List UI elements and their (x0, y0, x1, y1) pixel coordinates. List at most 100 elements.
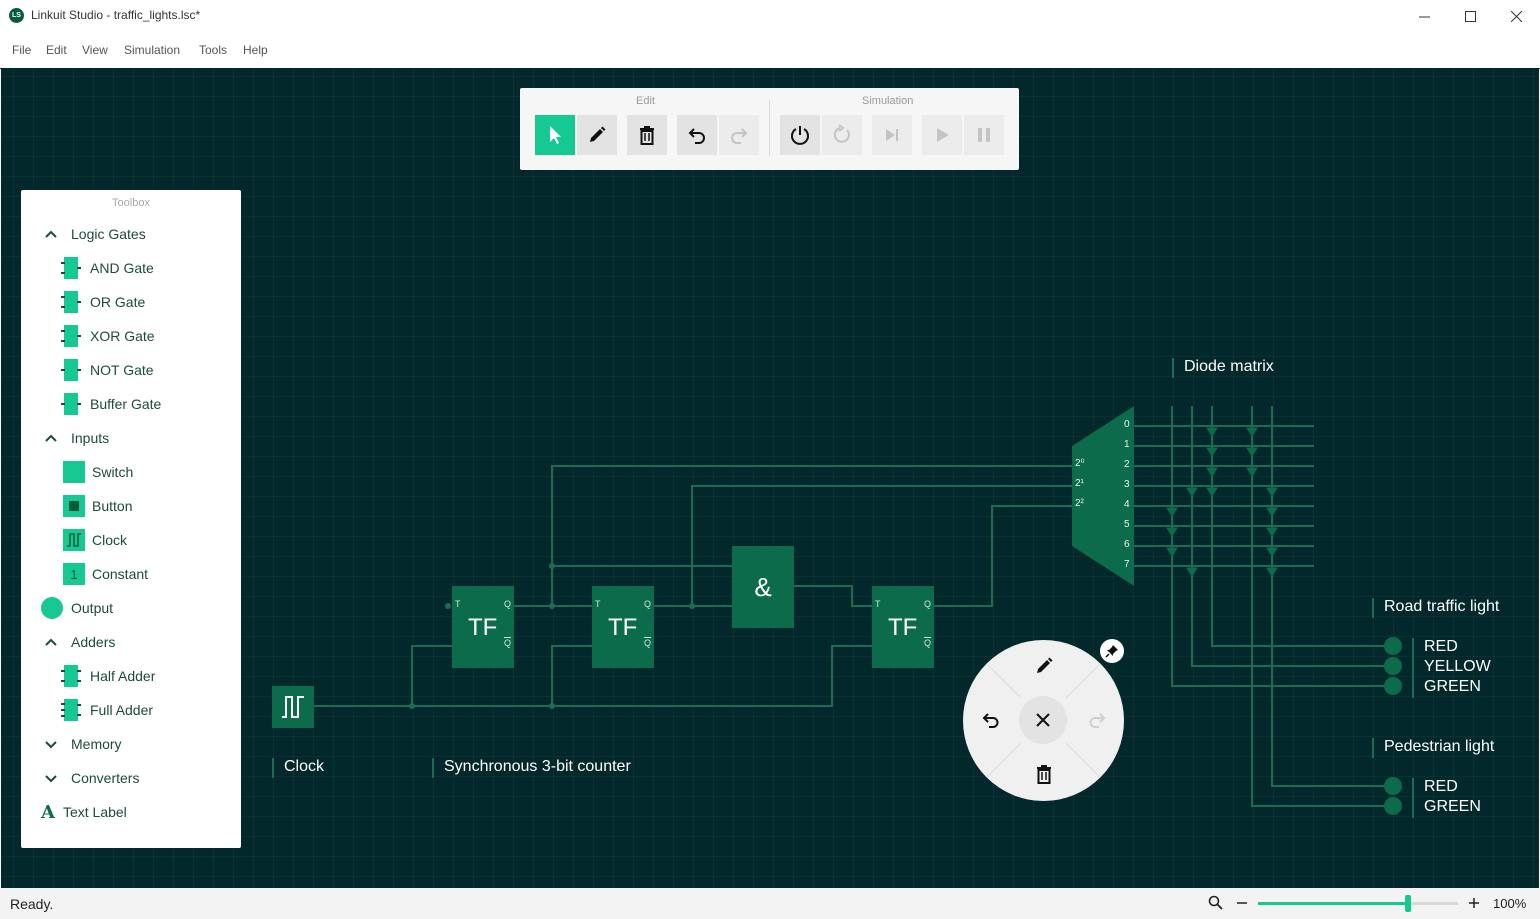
status-bar: Ready. 100% (0, 888, 1540, 919)
road-light-text-label[interactable]: Road traffic light (1384, 598, 1499, 616)
undo-button[interactable] (677, 115, 717, 155)
category-converters[interactable]: Converters (45, 766, 139, 790)
main-toolbar: Edit Simulation (520, 88, 1019, 170)
zoom-in-icon[interactable] (1468, 897, 1480, 909)
category-memory[interactable]: Memory (45, 732, 122, 756)
toolbox-item-and-gate[interactable]: AND Gate (61, 256, 154, 280)
t-flipflop-3[interactable]: T Q TF Q (872, 586, 934, 668)
diode-matrix-text-label[interactable]: Diode matrix (1184, 358, 1274, 376)
radial-edit-button[interactable] (1031, 653, 1057, 679)
zoom-search-icon[interactable] (1208, 895, 1224, 911)
label-bar (1372, 738, 1374, 758)
toolbox-item-full-adder[interactable]: Full Adder (61, 698, 153, 722)
category-logic-gates[interactable]: Logic Gates (45, 222, 146, 246)
label-bar (432, 758, 434, 778)
radial-pin-button[interactable] (1100, 639, 1124, 663)
reset-button[interactable] (822, 115, 862, 155)
pedestrian-green-led[interactable] (1384, 797, 1402, 815)
menu-tools[interactable]: Tools (199, 43, 227, 57)
run-button[interactable] (922, 115, 962, 155)
flipflop-q-pin: Q (643, 599, 651, 609)
menu-edit[interactable]: Edit (46, 43, 67, 57)
decoder-output-0: 0 (1124, 419, 1130, 430)
radial-undo-button[interactable] (978, 707, 1004, 733)
pedestrian-light-text-label[interactable]: Pedestrian light (1384, 738, 1494, 756)
road-red-label: RED (1424, 638, 1458, 655)
label-bar (1412, 638, 1414, 698)
toolbox-item-output[interactable]: Output (41, 596, 113, 620)
pause-button[interactable] (964, 115, 1004, 155)
menu-view[interactable]: View (82, 43, 108, 57)
minimize-button[interactable] (1401, 0, 1447, 32)
menu-help[interactable]: Help (243, 43, 268, 57)
toolbox-item-buffer-gate[interactable]: Buffer Gate (61, 392, 161, 416)
redo-button[interactable] (719, 115, 759, 155)
flipflop-qbar-pin: Q (643, 638, 651, 648)
flipflop-label: TF (888, 614, 918, 641)
toolbox-item-text-label[interactable]: A Text Label (41, 800, 127, 824)
clock-text-label[interactable]: Clock (284, 758, 324, 776)
toolbox-item-button[interactable]: Button (63, 494, 132, 518)
road-yellow-led[interactable] (1384, 657, 1402, 675)
flipflop-t-pin: T (595, 599, 601, 609)
toolbox-item-switch[interactable]: Switch (63, 460, 133, 484)
xor-gate-icon (61, 325, 81, 347)
select-tool-button[interactable] (535, 115, 575, 155)
toolbox-item-or-gate[interactable]: OR Gate (61, 290, 145, 314)
decoder-output-4: 4 (1124, 499, 1130, 510)
redo-icon (731, 128, 748, 144)
pedestrian-red-led[interactable] (1384, 777, 1402, 795)
radial-delete-button[interactable] (1031, 761, 1057, 787)
radial-redo-button[interactable] (1084, 707, 1110, 733)
category-inputs[interactable]: Inputs (45, 426, 109, 450)
zoom-slider-handle[interactable] (1405, 895, 1411, 912)
flipflop-qbar-pin: Q (923, 638, 931, 648)
status-text: Ready. (10, 896, 54, 912)
toolbox-item-not-gate[interactable]: NOT Gate (61, 358, 154, 382)
clock-wave-icon (282, 696, 304, 718)
wire-tool-button[interactable] (577, 115, 617, 155)
buffer-gate-icon (61, 393, 81, 415)
maximize-button[interactable] (1447, 0, 1493, 32)
toolbox-item-constant[interactable]: 1 Constant (63, 562, 148, 586)
menu-file[interactable]: File (12, 43, 31, 57)
menu-simulation[interactable]: Simulation (124, 43, 180, 57)
toolbox-item-clock[interactable]: Clock (63, 528, 127, 552)
power-button[interactable] (780, 115, 820, 155)
and-gate-component[interactable]: & (732, 546, 794, 628)
category-adders[interactable]: Adders (45, 630, 115, 654)
close-window-button[interactable] (1493, 0, 1539, 32)
radial-close-button[interactable] (1019, 696, 1067, 744)
flipflop-t-pin: T (455, 599, 461, 609)
road-green-led[interactable] (1384, 677, 1402, 695)
chevron-up-icon (45, 230, 57, 238)
zoom-out-icon[interactable] (1236, 897, 1248, 909)
step-icon (886, 129, 898, 141)
toolbox-item-xor-gate[interactable]: XOR Gate (61, 324, 155, 348)
toolbox-item-half-adder[interactable]: Half Adder (61, 664, 155, 688)
toolbar-separator (769, 100, 770, 156)
clock-component[interactable] (272, 686, 314, 728)
button-icon (63, 495, 85, 517)
cursor-arrow-icon (550, 126, 561, 144)
zoom-slider[interactable] (1258, 895, 1458, 912)
close-icon (1510, 10, 1522, 22)
clock-wave-icon (63, 529, 85, 551)
counter-text-label[interactable]: Synchronous 3-bit counter (444, 758, 631, 776)
t-flipflop-1[interactable]: T Q TF Q (452, 586, 514, 668)
step-button[interactable] (872, 115, 912, 155)
circuit-canvas[interactable]: Edit Simulation Toolbox Logic Gates AND … (1, 68, 1539, 888)
toolbox-panel: Toolbox Logic Gates AND Gate OR Gate XOR… (21, 190, 241, 848)
t-flipflop-2[interactable]: T Q TF Q (592, 586, 654, 668)
road-red-led[interactable] (1384, 637, 1402, 655)
delete-button[interactable] (627, 115, 667, 155)
chevron-down-icon (45, 775, 57, 783)
decoder-input-0: 2⁰ (1075, 458, 1085, 469)
decoder-output-3: 3 (1124, 479, 1130, 490)
chevron-up-icon (45, 638, 57, 646)
flipflop-label: TF (468, 614, 498, 641)
output-led-icon (41, 597, 63, 619)
decoder-input-1: 2¹ (1075, 478, 1084, 489)
redo-icon (1089, 713, 1106, 728)
window-title: Linkuit Studio - traffic_lights.lsc* (31, 8, 201, 22)
